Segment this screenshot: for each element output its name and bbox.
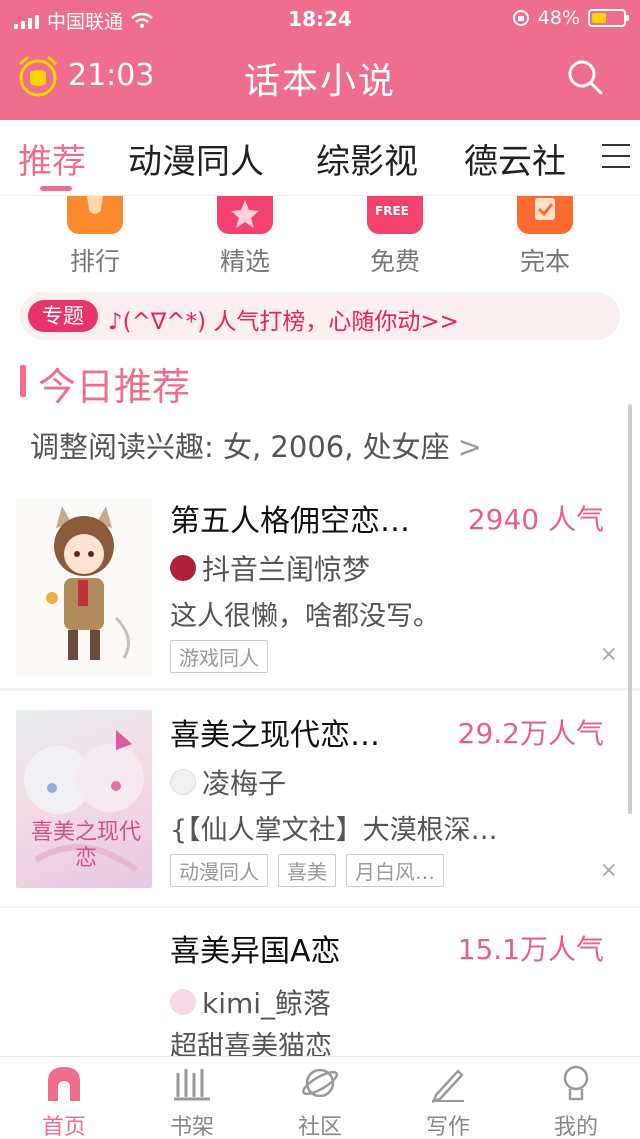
trophy-icon xyxy=(67,196,123,234)
topic-text: ♪(^∇^*) 人气打榜，心随你动>> xyxy=(108,309,459,335)
nav-community[interactable]: 社区 xyxy=(256,1063,384,1139)
shortcut-free[interactable]: FREE 免费 xyxy=(350,196,440,278)
book-item[interactable]: 喜美之现代恋 喜美之现代恋… 29.2万人气 凌梅子 {【仙人掌文社】大漠根深…… xyxy=(0,704,640,904)
shortcut-ranking[interactable]: 排行 xyxy=(50,196,140,278)
section-accent-bar xyxy=(20,365,26,397)
book-popularity: 2940 人气 xyxy=(467,503,604,536)
status-right: 48% xyxy=(512,7,629,29)
dismiss-icon[interactable]: × xyxy=(600,858,618,883)
nav-profile[interactable]: 我的 xyxy=(512,1063,640,1139)
shortcut-row: 排行 精选 FREE 免费 完本 xyxy=(0,196,640,284)
scrollbar[interactable] xyxy=(628,404,632,814)
shortcut-label: 排行 xyxy=(69,247,120,276)
active-tab-indicator xyxy=(40,186,72,191)
nav-bookshelf[interactable]: 书架 xyxy=(128,1063,256,1139)
book-cover: 喜美之现代恋 xyxy=(16,710,152,888)
shortcut-featured[interactable]: 精选 xyxy=(200,196,290,278)
book-title: 第五人格佣空恋… xyxy=(170,504,410,539)
author-avatar xyxy=(170,555,196,581)
nav-label: 我的 xyxy=(553,1115,598,1139)
cover-title-text: 喜美之现代恋 xyxy=(30,820,141,871)
book-popularity: 29.2万人气 xyxy=(457,717,604,750)
menu-icon[interactable] xyxy=(602,144,630,177)
shortcut-label: 完本 xyxy=(519,247,570,276)
nav-write[interactable]: 写作 xyxy=(384,1063,512,1139)
free-icon: FREE xyxy=(367,196,423,234)
book-tags: 游戏同人 xyxy=(170,640,268,673)
tab-deyunshe[interactable]: 德云社 xyxy=(464,134,566,183)
book-title: 喜美之现代恋… xyxy=(170,718,380,753)
status-bar: 中国联通 18:24 48% xyxy=(0,0,640,36)
profile-icon xyxy=(563,1065,589,1101)
dismiss-icon[interactable]: × xyxy=(600,642,618,667)
book-description: {【仙人掌文社】大漠根深… xyxy=(170,815,498,846)
shortcut-label: 精选 xyxy=(219,247,270,276)
author-avatar xyxy=(170,989,196,1015)
book-tag[interactable]: 游戏同人 xyxy=(170,640,268,673)
divider xyxy=(0,906,640,908)
book-description: 这人很懒，啥都没写。 xyxy=(170,601,440,632)
check-icon xyxy=(517,196,573,234)
pen-icon xyxy=(432,1069,464,1103)
author-name: 凌梅子 xyxy=(202,767,287,800)
book-item[interactable]: 第五人格佣空恋… 2940 人气 抖音兰闺惊梦 这人很懒，啥都没写。 游戏同人 … xyxy=(0,490,640,686)
battery-icon xyxy=(588,9,629,27)
planet-icon xyxy=(302,1068,338,1098)
nav-label: 社区 xyxy=(297,1115,342,1139)
chevron-right-icon: > xyxy=(457,430,482,464)
tab-recommend[interactable]: 推荐 xyxy=(18,134,86,183)
shortcut-completed[interactable]: 完本 xyxy=(500,196,590,278)
bookshelf-icon xyxy=(174,1069,210,1101)
reading-interest-link[interactable]: 调整阅读兴趣: 女, 2006, 处女座 > xyxy=(30,424,482,466)
nav-label: 写作 xyxy=(425,1115,470,1139)
topic-badge: 专题 xyxy=(28,300,98,332)
home-icon xyxy=(48,1067,80,1101)
book-popularity: 15.1万人气 xyxy=(457,933,604,966)
top-bar: 中国联通 18:24 48% 21:03 话本小说 xyxy=(0,0,640,120)
book-tag[interactable]: 动漫同人 xyxy=(170,854,268,887)
topic-banner[interactable]: 专题 ♪(^∇^*) 人气打榜，心随你动>> xyxy=(20,292,620,340)
battery-percent: 48% xyxy=(537,7,580,29)
book-author[interactable]: 凌梅子 xyxy=(170,762,286,802)
shortcut-label: 免费 xyxy=(369,247,420,276)
book-item[interactable]: 喜美异国A恋 15.1万人气 kimi_鲸落 超甜喜美猫恋 xyxy=(0,920,640,1056)
nav-home[interactable]: 首页 xyxy=(0,1063,128,1139)
tab-anime-fanfic[interactable]: 动漫同人 xyxy=(128,134,264,183)
book-description: 超甜喜美猫恋 xyxy=(170,1031,332,1056)
book-tag[interactable]: 月白风… xyxy=(346,854,444,887)
author-name: kimi_鲸落 xyxy=(202,987,332,1020)
nav-label: 书架 xyxy=(169,1115,214,1139)
free-badge-text: FREE xyxy=(375,204,409,218)
book-tags: 动漫同人 喜美 月白风… xyxy=(170,854,444,887)
bottom-nav: 首页 书架 社区 写作 我的 xyxy=(0,1056,640,1139)
divider xyxy=(0,688,640,691)
app-title: 话本小说 xyxy=(243,61,396,102)
star-icon xyxy=(217,196,273,234)
tab-film-tv[interactable]: 综影视 xyxy=(316,134,418,183)
book-cover xyxy=(16,498,152,676)
book-author[interactable]: 抖音兰闺惊梦 xyxy=(170,548,370,588)
rotation-lock-icon xyxy=(512,10,529,26)
book-tag[interactable]: 喜美 xyxy=(278,854,336,887)
reading-interest-text: 调整阅读兴趣: 女, 2006, 处女座 xyxy=(30,430,450,464)
author-name: 抖音兰闺惊梦 xyxy=(202,553,371,586)
book-author[interactable]: kimi_鲸落 xyxy=(170,982,331,1022)
book-title: 喜美异国A恋 xyxy=(170,934,341,969)
category-tabs: 推荐 动漫同人 综影视 德云社 xyxy=(0,120,640,196)
app-header: 21:03 话本小说 xyxy=(0,36,640,120)
search-icon[interactable] xyxy=(566,58,604,96)
author-avatar xyxy=(170,769,196,795)
nav-label: 首页 xyxy=(41,1115,86,1139)
section-title: 今日推荐 xyxy=(38,365,191,409)
